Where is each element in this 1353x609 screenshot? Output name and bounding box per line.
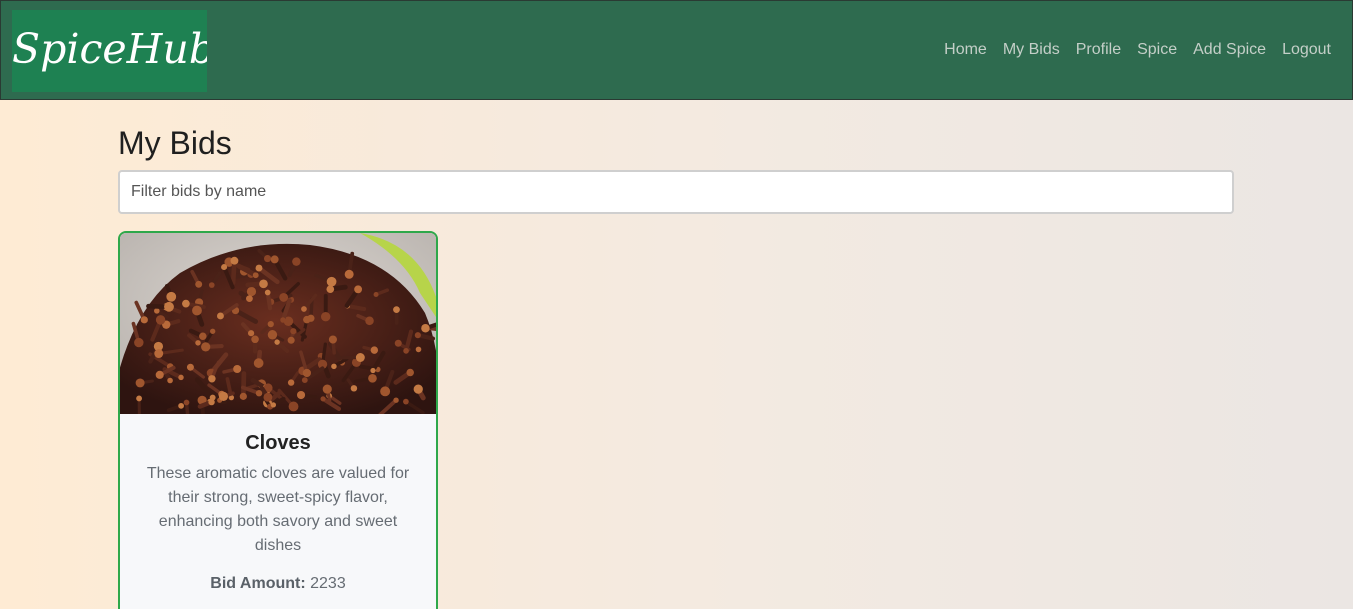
bid-card-description: These aromatic cloves are valued for the… [146, 465, 410, 554]
nav-link-profile[interactable]: Profile [1076, 40, 1121, 60]
nav-link-logout[interactable]: Logout [1282, 40, 1331, 60]
nav-links: Home My Bids Profile Spice Add Spice Log… [944, 40, 1331, 60]
bid-amount: Bid Amount: 2233 [142, 574, 414, 594]
filter-bids-input[interactable] [118, 170, 1234, 214]
nav-link-add-spice[interactable]: Add Spice [1193, 40, 1266, 60]
bid-amount-value: 2233 [310, 575, 346, 592]
bid-card-title: Cloves [245, 432, 311, 454]
nav-link-home[interactable]: Home [944, 40, 987, 60]
nav-link-my-bids[interactable]: My Bids [1003, 40, 1060, 60]
bid-card[interactable]: Cloves These aromatic cloves are valued … [118, 231, 438, 609]
bid-amount-label: Bid Amount: [210, 575, 306, 592]
brand-logo[interactable]: SpiceHub [12, 10, 207, 92]
nav-link-spice[interactable]: Spice [1137, 40, 1177, 60]
cloves-image [120, 233, 436, 414]
navbar: SpiceHub Home My Bids Profile Spice Add … [0, 0, 1353, 100]
bid-card-body: Cloves These aromatic cloves are valued … [120, 431, 436, 594]
page-title: My Bids [118, 125, 232, 161]
